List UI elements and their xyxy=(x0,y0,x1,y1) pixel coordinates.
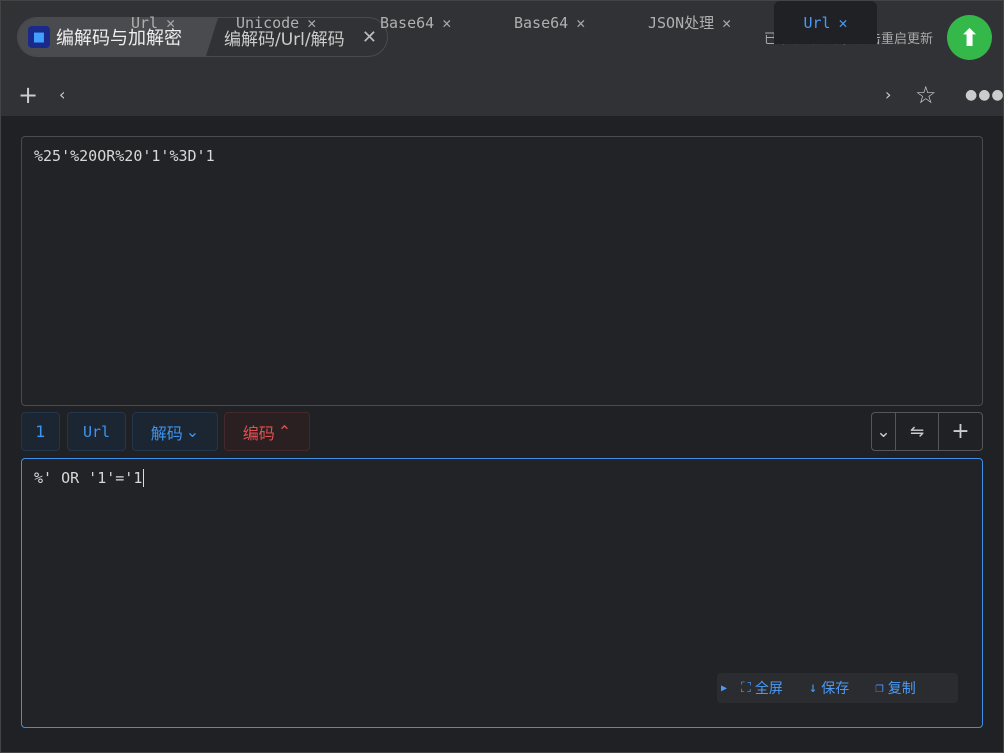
tab-unicode[interactable]: Unicode ✕ xyxy=(236,1,316,44)
star-icon[interactable]: ☆ xyxy=(915,73,937,116)
app-title[interactable]: ■ 编解码与加解密 xyxy=(18,18,218,56)
add-tab-icon[interactable]: + xyxy=(18,73,38,116)
plus-icon[interactable]: + xyxy=(939,413,982,450)
chevron-down-icon: ⌄ xyxy=(185,422,200,441)
fullscreen-icon: ⛶ xyxy=(741,680,751,696)
decode-button[interactable]: 解码 ⌄ xyxy=(132,412,218,451)
text-cursor xyxy=(143,469,145,487)
close-icon[interactable]: ✕ xyxy=(442,14,451,32)
close-icon[interactable]: ✕ xyxy=(839,14,848,32)
swap-icon[interactable]: ⇋ xyxy=(896,413,939,450)
tab-base64-2[interactable]: Base64 ✕ xyxy=(514,1,585,44)
save-button[interactable]: 保存 xyxy=(821,678,849,698)
action-bar: ▶ ⛶ 全屏 ↓ 保存 ❐ 复制 xyxy=(717,673,958,703)
encode-label: 编码 xyxy=(242,423,275,443)
scroll-right-icon[interactable]: › xyxy=(885,73,891,116)
index-badge[interactable]: 1 xyxy=(21,412,60,451)
tab-label: Base64 xyxy=(514,13,569,32)
output-text: %' OR '1'='1 xyxy=(34,469,143,487)
tab-base64[interactable]: Base64 ✕ xyxy=(380,1,451,44)
close-icon[interactable]: ✕ xyxy=(722,14,731,32)
close-icon[interactable]: ✕ xyxy=(307,14,316,32)
close-icon[interactable]: ✕ xyxy=(576,14,585,32)
update-button[interactable]: ⬆ xyxy=(947,15,992,60)
tab-url-active[interactable]: Url ✕ xyxy=(774,1,877,44)
tab-label: Url xyxy=(803,13,831,32)
close-icon[interactable]: ✕ xyxy=(362,27,377,48)
chevron-down-icon[interactable]: ⌄ xyxy=(872,413,896,450)
arrow-up-icon: ⬆ xyxy=(959,23,980,52)
breadcrumb: ■ 编解码与加解密 编解码/Url/解码 ✕ xyxy=(17,17,388,57)
more-icon[interactable]: ●●● xyxy=(965,73,1004,116)
copy-button[interactable]: 复制 xyxy=(888,678,916,698)
collapse-arrow-icon[interactable]: ▶ xyxy=(721,683,727,694)
close-icon[interactable]: ✕ xyxy=(166,14,175,32)
encode-button[interactable]: 编码 ⌃ xyxy=(224,412,310,451)
tab-label: Url xyxy=(131,13,159,32)
download-icon: ↓ xyxy=(808,680,818,696)
tab-label: Base64 xyxy=(380,13,435,32)
scroll-left-icon[interactable]: ‹ xyxy=(59,73,65,116)
tab-label: Unicode xyxy=(236,13,300,32)
tab-url[interactable]: Url ✕ xyxy=(131,1,175,44)
output-textarea[interactable]: %' OR '1'='1 ▶ ⛶ 全屏 ↓ 保存 ❐ 复制 xyxy=(21,458,983,728)
tab-label: JSON处理 xyxy=(648,14,715,32)
decode-label: 解码 xyxy=(150,423,183,443)
chevron-up-icon: ⌃ xyxy=(277,422,292,441)
input-textarea[interactable]: %25'%20OR%20'1'%3D'1 xyxy=(21,136,983,406)
lock-icon: ■ xyxy=(28,26,50,48)
fullscreen-button[interactable]: 全屏 xyxy=(755,678,783,698)
copy-icon: ❐ xyxy=(875,680,884,696)
main-panel: %25'%20OR%20'1'%3D'1 1 Url 解码 ⌄ 编码 ⌃ ⌄ ⇋ +… xyxy=(1,116,1003,752)
tab-json[interactable]: JSON处理 ✕ xyxy=(648,1,731,44)
tool-group: ⌄ ⇋ + xyxy=(871,412,983,451)
type-button[interactable]: Url xyxy=(67,412,126,451)
